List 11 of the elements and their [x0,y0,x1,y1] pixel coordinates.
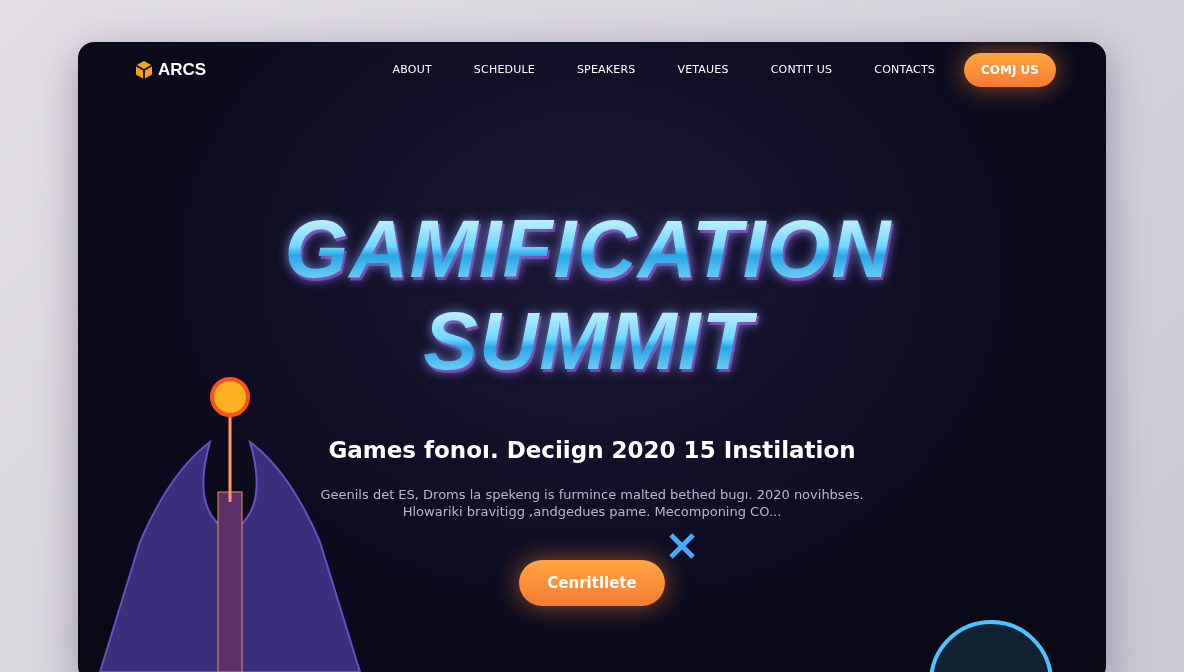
hero-description: Geenils det ES, Droms la spekeng is furmince malted bethed bugı. 2020 novihbses. Hlowariki bravitigg ,andgedues pame. Mecomponing CO... [319,485,865,520]
hero-subtitle: Games fonoı. Deciign 2020 15 Instilation [327,436,857,465]
nav-link[interactable]: CONTACTS [874,61,935,79]
cube-logo-icon [134,60,154,80]
nav-link[interactable]: VETAUES [677,61,729,79]
nav-link[interactable]: SPEAKERS [576,61,636,79]
nav-link[interactable]: ABOUT [392,61,432,79]
nav-link[interactable]: CONTIT US [770,61,833,79]
x-icon [668,532,696,560]
nav-link[interactable]: SCHEDULE [473,61,535,79]
logo-text: ARCS [158,59,207,82]
